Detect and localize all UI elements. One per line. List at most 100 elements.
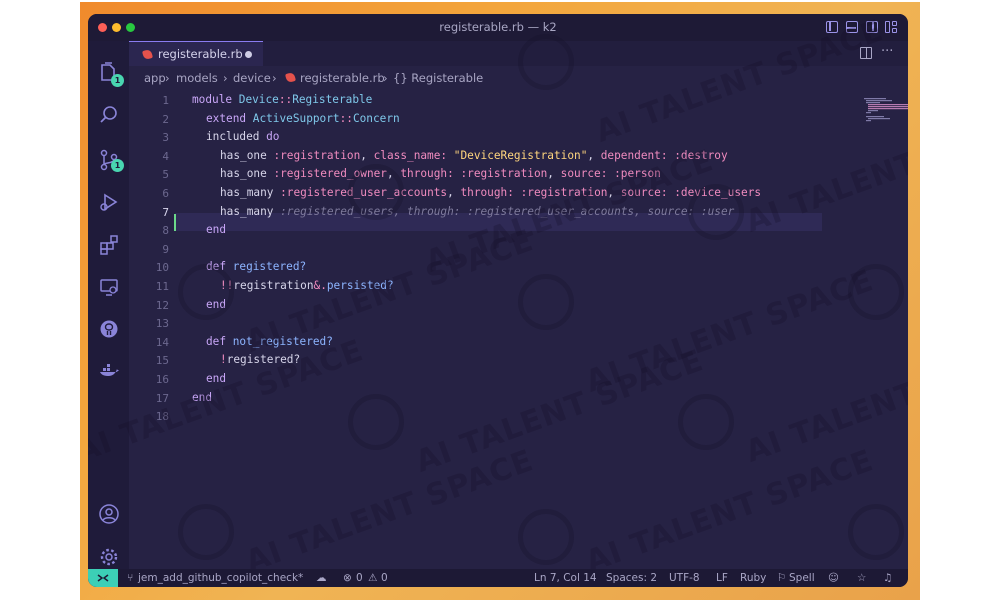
- spell-check[interactable]: Spell: [789, 572, 815, 584]
- line-number: 1: [162, 94, 169, 107]
- activity-bar: 1 1: [88, 41, 129, 569]
- tab-registerable-rb[interactable]: registerable.rb: [129, 41, 263, 66]
- line-number: 6: [162, 187, 169, 200]
- desktop-background: registerable.rb — k2 1 1 registerable.rb…: [80, 2, 920, 600]
- line-number: 2: [162, 112, 169, 126]
- token-method: included: [206, 130, 267, 144]
- more-actions-icon[interactable]: ···: [881, 44, 893, 59]
- line-number: 11: [155, 280, 169, 293]
- token-key: source:: [620, 186, 668, 199]
- line-number-current: 7: [162, 205, 169, 219]
- run-debug-icon[interactable]: [98, 191, 120, 213]
- indentation[interactable]: Spaces: 2: [606, 572, 657, 584]
- token-keyword: module: [192, 93, 239, 106]
- error-count[interactable]: 0: [356, 572, 363, 584]
- toggle-panel-icon[interactable]: [846, 21, 858, 33]
- language-mode[interactable]: Ruby: [740, 572, 766, 584]
- manage-gear-icon[interactable]: [98, 546, 120, 568]
- code-line-7: has_many :registered_users, through: :re…: [192, 205, 734, 218]
- window-title: registerable.rb — k2: [439, 20, 557, 34]
- docker-icon[interactable]: [98, 361, 120, 383]
- breadcrumb-item-device[interactable]: device: [233, 71, 271, 85]
- tab-label: registerable.rb: [158, 47, 243, 61]
- code-line-3: included do: [192, 130, 279, 143]
- git-branch[interactable]: jem_add_github_copilot_check*: [138, 572, 303, 584]
- toggle-secondary-sidebar-icon[interactable]: [866, 21, 878, 33]
- accounts-icon[interactable]: [98, 503, 120, 525]
- breadcrumb-item-module[interactable]: {} Registerable: [393, 71, 483, 85]
- sync-icon[interactable]: ☁: [316, 572, 327, 584]
- token-method: registered?: [226, 353, 301, 367]
- token-symbol: :person: [614, 167, 661, 181]
- warning-icon[interactable]: ⚠: [368, 572, 377, 584]
- copilot-icon[interactable]: ☺: [828, 572, 839, 584]
- line-number: 15: [155, 354, 169, 368]
- code-line-16: end: [192, 372, 226, 385]
- token-punct: ,: [547, 167, 561, 181]
- token-punct: ,: [587, 148, 601, 162]
- chevron-right-icon: ›: [272, 71, 277, 85]
- remote-explorer-icon[interactable]: [98, 276, 120, 298]
- code-line-15: !registered?: [192, 353, 300, 366]
- unsaved-dot-icon[interactable]: [245, 51, 252, 58]
- tab-bar: registerable.rb ···: [129, 41, 908, 66]
- end-of-line[interactable]: LF: [716, 572, 728, 584]
- encoding[interactable]: UTF-8: [669, 572, 700, 584]
- token-string: "DeviceRegistration": [453, 148, 588, 162]
- token-symbol: :registration: [520, 186, 608, 199]
- breadcrumb-item-models[interactable]: models: [176, 71, 218, 85]
- line-number: 13: [155, 317, 169, 331]
- extensions-icon[interactable]: [98, 234, 120, 256]
- breadcrumb-item-app[interactable]: app: [144, 71, 166, 85]
- token-punct: ,: [447, 186, 461, 199]
- code-line-1: module Device::Registerable: [192, 93, 372, 106]
- remote-indicator[interactable]: [88, 569, 118, 587]
- token-keyword: end: [206, 223, 227, 237]
- token-symbol: :registered_user_accounts: [280, 186, 448, 199]
- token-symbol: :registered_owner: [273, 167, 387, 181]
- split-editor-icon[interactable]: [860, 47, 872, 59]
- token-key: class_name:: [373, 148, 448, 162]
- toggle-primary-sidebar-icon[interactable]: [826, 21, 838, 33]
- remote-icon: [97, 574, 109, 582]
- token-key: through:: [400, 167, 454, 181]
- line-number: 10: [155, 261, 169, 275]
- line-number: 16: [155, 373, 169, 386]
- token-keyword: extend: [206, 111, 253, 125]
- token-keyword: end: [192, 390, 213, 404]
- token-operator: !: [220, 353, 227, 367]
- git-branch-icon[interactable]: ⑂: [127, 572, 133, 584]
- token-operator: ::: [278, 93, 293, 106]
- minimap[interactable]: [864, 97, 908, 127]
- spell-check-icon[interactable]: ⚐: [777, 572, 786, 584]
- error-icon[interactable]: ⊗: [343, 572, 352, 584]
- code-editor[interactable]: 1 2 3 4 5 6 7 8 9 10 11 12 13 14 15 16 1…: [129, 89, 908, 569]
- token-function-name: registered?: [232, 260, 307, 274]
- breadcrumb-item-file[interactable]: registerable.rb: [300, 71, 385, 85]
- token-key: dependent:: [600, 148, 668, 162]
- line-number: 17: [155, 391, 169, 405]
- token-method: has_many: [220, 204, 281, 218]
- customize-layout-icon[interactable]: [885, 21, 897, 33]
- copilot-ghost-suggestion[interactable]: :registered_users, through: :registered_…: [280, 205, 734, 218]
- breadcrumb: app › models › device › registerable.rb …: [129, 66, 908, 88]
- feedback-icon[interactable]: ☆: [857, 572, 866, 584]
- token-method: has_one: [220, 148, 274, 162]
- code-line-12: end: [192, 298, 226, 311]
- ruby-file-icon: [284, 71, 297, 84]
- code-line-10: def registered?: [192, 260, 306, 273]
- token-symbol: :registration: [273, 148, 361, 162]
- cursor-position[interactable]: Ln 7, Col 14: [534, 572, 597, 584]
- ruby-file-icon: [141, 48, 154, 61]
- notifications-bell-icon[interactable]: ♫: [883, 572, 892, 584]
- editor-window: registerable.rb — k2 1 1 registerable.rb…: [88, 14, 908, 587]
- token-punct: ,: [607, 186, 621, 199]
- token-constant: ActiveSupport: [252, 111, 340, 125]
- search-icon[interactable]: [98, 104, 120, 126]
- github-icon[interactable]: [98, 318, 120, 340]
- warning-count[interactable]: 0: [381, 572, 388, 584]
- scm-badge: 1: [111, 159, 124, 172]
- line-number: 3: [162, 131, 169, 145]
